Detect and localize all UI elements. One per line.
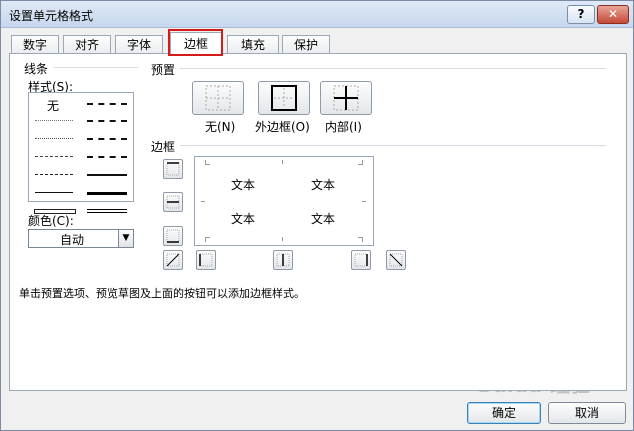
line-style-medium-dash-dot[interactable] [87, 138, 127, 140]
line-style-medium-dashed[interactable] [87, 156, 127, 158]
hint-text: 单击预置选项、预览草图及上面的按钮可以添加边框样式。 [19, 287, 305, 300]
left-border-button[interactable] [196, 250, 216, 270]
tab-protection[interactable]: 保护 [282, 35, 330, 54]
preset-inside-button[interactable] [320, 81, 372, 115]
cancel-button[interactable]: 取消 [548, 402, 626, 424]
right-border-button[interactable] [351, 250, 371, 270]
preview-text: 文本 [311, 212, 336, 226]
line-style-list[interactable]: 无 [28, 92, 134, 214]
middle-vertical-border-button[interactable] [273, 250, 293, 270]
diagonal-up-border-icon [166, 253, 180, 267]
line-section-separator [54, 67, 138, 68]
preset-section-title: 预置 [151, 63, 176, 77]
line-style-slanted-dash-dot[interactable] [87, 120, 127, 122]
preset-inside-label: 内部(I) [325, 120, 362, 134]
preview-corner-mark [282, 237, 287, 241]
border-preview[interactable]: 文本 文本 文本 文本 [194, 156, 374, 246]
preset-outline-label: 外边框(O) [255, 120, 310, 134]
preset-none-button[interactable] [192, 81, 244, 115]
color-label: 颜色(C): [28, 214, 74, 228]
line-style-hair[interactable] [35, 120, 73, 121]
preview-corner-mark [282, 160, 287, 164]
diagonal-up-border-button[interactable] [163, 250, 183, 270]
preset-outline-button[interactable] [258, 81, 310, 115]
tab-font[interactable]: 字体 [115, 35, 163, 54]
preview-text: 文本 [311, 178, 336, 192]
diagonal-down-border-button[interactable] [386, 250, 406, 270]
preview-corner-mark [205, 160, 210, 165]
preview-corner-mark [205, 237, 210, 242]
tab-alignment[interactable]: 对齐 [63, 35, 111, 54]
right-border-icon [354, 253, 368, 267]
middle-horizontal-border-icon [166, 195, 180, 209]
preview-corner-mark [358, 160, 363, 165]
tab-number[interactable]: 数字 [11, 35, 59, 54]
no-border-icon [205, 85, 231, 111]
border-section-separator [180, 145, 606, 146]
diagonal-down-border-icon [389, 253, 403, 267]
tab-fill[interactable]: 填充 [227, 35, 279, 54]
line-section-title: 线条 [24, 62, 49, 76]
help-button[interactable]: ? [567, 5, 595, 24]
bottom-border-icon [166, 229, 180, 243]
top-border-icon [166, 162, 180, 176]
dialog-title: 设置单元格格式 [9, 9, 94, 23]
color-value: 自动 [60, 233, 85, 247]
preview-corner-mark [201, 201, 205, 206]
line-style-dotted[interactable] [35, 138, 73, 139]
line-style-none[interactable]: 无 [47, 97, 59, 114]
top-border-button[interactable] [163, 159, 183, 179]
ok-button[interactable]: 确定 [467, 402, 541, 424]
outline-border-icon [271, 85, 297, 111]
preset-none-label: 无(N) [205, 120, 236, 134]
chevron-down-icon[interactable]: ▼ [118, 230, 133, 247]
title-bar: 设置单元格格式 ? ✕ [1, 1, 633, 28]
active-tab-highlight [168, 29, 223, 56]
bottom-border-button[interactable] [163, 226, 183, 246]
inside-border-icon [333, 85, 359, 111]
border-tab-panel: 线条 样式(S): 无 颜色(C): 自动 ▼ 预置 无(N) 外边框(O) 内… [9, 53, 627, 391]
line-style-medium-solid[interactable] [87, 174, 127, 176]
line-style-dashed-thin[interactable] [35, 192, 73, 193]
middle-vertical-border-icon [276, 253, 290, 267]
preview-text: 文本 [231, 178, 256, 192]
close-button[interactable]: ✕ [597, 5, 629, 24]
line-style-medium-dash-dot-dot[interactable] [87, 103, 127, 105]
color-dropdown[interactable]: 自动 ▼ [28, 229, 134, 248]
line-style-dash-dot-dot[interactable] [35, 156, 73, 157]
left-border-icon [199, 253, 213, 267]
preview-text: 文本 [231, 212, 256, 226]
line-style-dash-dot[interactable] [35, 174, 73, 175]
line-style-thick-solid[interactable] [87, 192, 127, 195]
border-section-title: 边框 [151, 140, 176, 154]
format-cells-dialog: 设置单元格格式 ? ✕ 数字 对齐 字体 边框 填充 保护 线条 样式(S): … [0, 0, 634, 431]
line-style-double[interactable] [87, 209, 127, 213]
preview-corner-mark [362, 201, 366, 206]
preset-section-separator [180, 68, 606, 69]
preview-corner-mark [358, 237, 363, 242]
middle-horizontal-border-button[interactable] [163, 192, 183, 212]
